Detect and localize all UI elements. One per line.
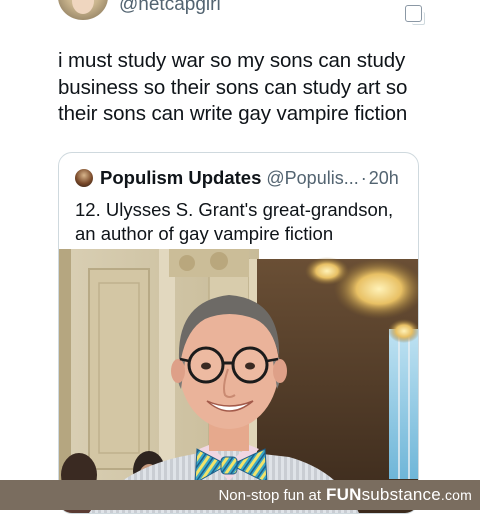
quoted-tweet-card[interactable]: Populism Updates @Populis... · 20h 12. U… xyxy=(58,152,419,514)
post-text: i must study war so my sons can study bu… xyxy=(58,49,408,125)
logo-substance: substance xyxy=(361,485,441,504)
quoted-display-name[interactable]: Populism Updates xyxy=(100,167,261,189)
quoted-text: 12. Ulysses S. Grant's great-grandson, a… xyxy=(75,199,394,244)
square-stack-icon[interactable] xyxy=(405,5,425,25)
quoted-timestamp[interactable]: 20h xyxy=(369,168,399,189)
logo-domain: .com xyxy=(440,487,472,503)
quoted-photo[interactable] xyxy=(59,249,418,513)
user-avatar[interactable] xyxy=(58,0,108,20)
avatar-face xyxy=(72,0,94,14)
logo-fun: FUN xyxy=(326,485,362,504)
quoted-avatar[interactable] xyxy=(75,169,93,187)
quoted-tweet-header: Populism Updates @Populis... · 20h xyxy=(75,167,415,189)
footer-tagline: Non-stop fun at xyxy=(218,486,322,504)
user-handle[interactable]: @netcapgirl xyxy=(119,0,221,16)
quoted-handle[interactable]: @Populis... xyxy=(266,168,358,189)
quoted-separator: · xyxy=(360,167,367,188)
footer-watermark-bar: Non-stop fun at FUNsubstance.com xyxy=(0,480,480,510)
funsubstance-logo[interactable]: FUNsubstance.com xyxy=(326,485,472,505)
